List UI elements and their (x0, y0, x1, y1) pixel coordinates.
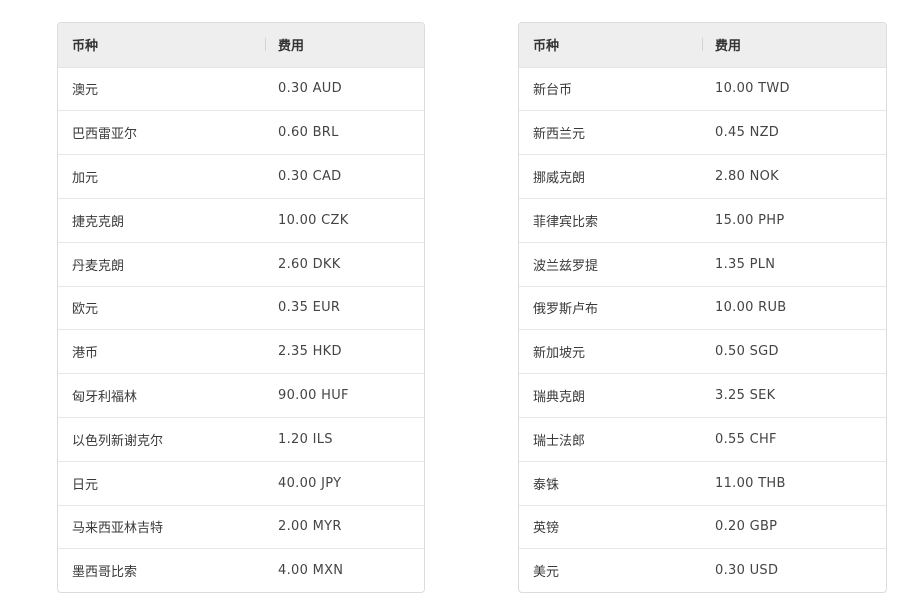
table-row: 新台币 10.00 TWD (519, 66, 886, 111)
table-row: 港币 2.35 HKD (58, 329, 424, 373)
fee-cell: 11.00 THB (715, 475, 786, 491)
fee-cell: 1.35 PLN (715, 256, 776, 272)
currency-cell: 新加坡元 (533, 346, 586, 362)
fee-cell: 2.60 DKK (278, 256, 341, 272)
currency-cell: 以色列新谢克尔 (72, 433, 164, 449)
fee-cell: 0.35 EUR (278, 300, 341, 316)
table-row: 俄罗斯卢布 10.00 RUB (519, 285, 886, 330)
currency-cell: 泰铢 (533, 477, 560, 493)
currency-cell: 日元 (72, 477, 99, 493)
currency-cell: 新西兰元 (533, 127, 586, 143)
fee-cell: 0.20 GBP (715, 519, 778, 535)
table-row: 墨西哥比索 4.00 MXN (58, 548, 424, 592)
fee-cell: 1.20 ILS (278, 431, 333, 447)
table-row: 美元 0.30 USD (519, 548, 886, 592)
currency-cell: 港币 (72, 346, 99, 362)
fee-cell: 10.00 TWD (715, 81, 790, 97)
fee-cell: 10.00 RUB (715, 300, 787, 316)
table-row: 瑞士法郎 0.55 CHF (519, 416, 886, 461)
table-row: 泰铢 11.00 THB (519, 460, 886, 505)
currency-cell: 丹麦克朗 (72, 258, 125, 274)
fee-cell: 0.50 SGD (715, 344, 779, 360)
table-row: 新加坡元 0.50 SGD (519, 329, 886, 373)
fee-cell: 0.45 NZD (715, 125, 780, 141)
currency-cell: 欧元 (72, 302, 99, 318)
fee-cell: 15.00 PHP (715, 212, 785, 228)
currency-cell: 加元 (72, 171, 99, 187)
table-row: 匈牙利福林 90.00 HUF (58, 373, 424, 417)
table-row: 以色列新谢克尔 1.20 ILS (58, 416, 424, 461)
fee-cell: 2.35 HKD (278, 344, 342, 360)
header-fee: 费用 (265, 35, 424, 54)
table-row: 波兰兹罗提 1.35 PLN (519, 241, 886, 286)
currency-cell: 巴西雷亚尔 (72, 127, 138, 143)
currency-cell: 马来西亚林吉特 (72, 521, 164, 537)
fee-cell: 2.80 NOK (715, 169, 779, 185)
header-fee: 费用 (702, 35, 886, 54)
table-row: 捷克克朗 10.00 CZK (58, 197, 424, 242)
currency-cell: 捷克克朗 (72, 214, 125, 230)
currency-cell: 挪威克朗 (533, 171, 586, 187)
currency-cell: 瑞士法郎 (533, 433, 586, 449)
table-header-row: 币种 费用 (58, 23, 424, 67)
currency-cell: 菲律宾比索 (533, 214, 599, 230)
fee-cell: 40.00 JPY (278, 475, 342, 491)
table-row: 挪威克朗 2.80 NOK (519, 154, 886, 198)
fee-table-right: 币种 费用 新台币 10.00 TWD 新西兰元 0.45 NZD 挪威克朗 2.80… (518, 22, 887, 594)
fee-cell: 0.30 AUD (278, 81, 342, 97)
currency-cell: 波兰兹罗提 (533, 258, 599, 274)
table-row: 新西兰元 0.45 NZD (519, 110, 886, 154)
currency-cell: 墨西哥比索 (72, 565, 138, 581)
currency-cell: 英镑 (533, 521, 560, 537)
fee-table-left: 币种 费用 澳元 0.30 AUD 巴西雷亚尔 0.60 BRL 加元 0.30 CA… (57, 22, 425, 594)
fee-cell: 2.00 MYR (278, 519, 342, 535)
currency-cell: 美元 (533, 565, 560, 581)
table-row: 英镑 0.20 GBP (519, 504, 886, 549)
table-row: 马来西亚林吉特 2.00 MYR (58, 504, 424, 549)
currency-cell: 匈牙利福林 (72, 390, 138, 406)
fee-cell: 0.30 CAD (278, 169, 342, 185)
table-row: 日元 40.00 JPY (58, 460, 424, 505)
table-header-row: 币种 费用 (519, 23, 886, 67)
currency-cell: 瑞典克朗 (533, 390, 586, 406)
fee-cell: 0.30 USD (715, 563, 779, 579)
fee-cell: 10.00 CZK (278, 212, 349, 228)
fee-cell: 0.55 CHF (715, 431, 777, 447)
fee-cell: 90.00 HUF (278, 388, 349, 404)
header-currency: 币种 (72, 39, 99, 55)
table-row: 加元 0.30 CAD (58, 154, 424, 198)
table-row: 丹麦克朗 2.60 DKK (58, 241, 424, 286)
fee-cell: 0.60 BRL (278, 125, 339, 141)
currency-cell: 俄罗斯卢布 (533, 302, 599, 318)
header-currency: 币种 (533, 39, 560, 55)
table-row: 瑞典克朗 3.25 SEK (519, 373, 886, 417)
table-row: 菲律宾比索 15.00 PHP (519, 197, 886, 242)
fee-cell: 3.25 SEK (715, 388, 776, 404)
fee-cell: 4.00 MXN (278, 563, 344, 579)
table-row: 巴西雷亚尔 0.60 BRL (58, 110, 424, 154)
table-row: 澳元 0.30 AUD (58, 66, 424, 111)
table-row: 欧元 0.35 EUR (58, 285, 424, 330)
currency-cell: 新台币 (533, 83, 573, 99)
currency-cell: 澳元 (72, 83, 99, 99)
